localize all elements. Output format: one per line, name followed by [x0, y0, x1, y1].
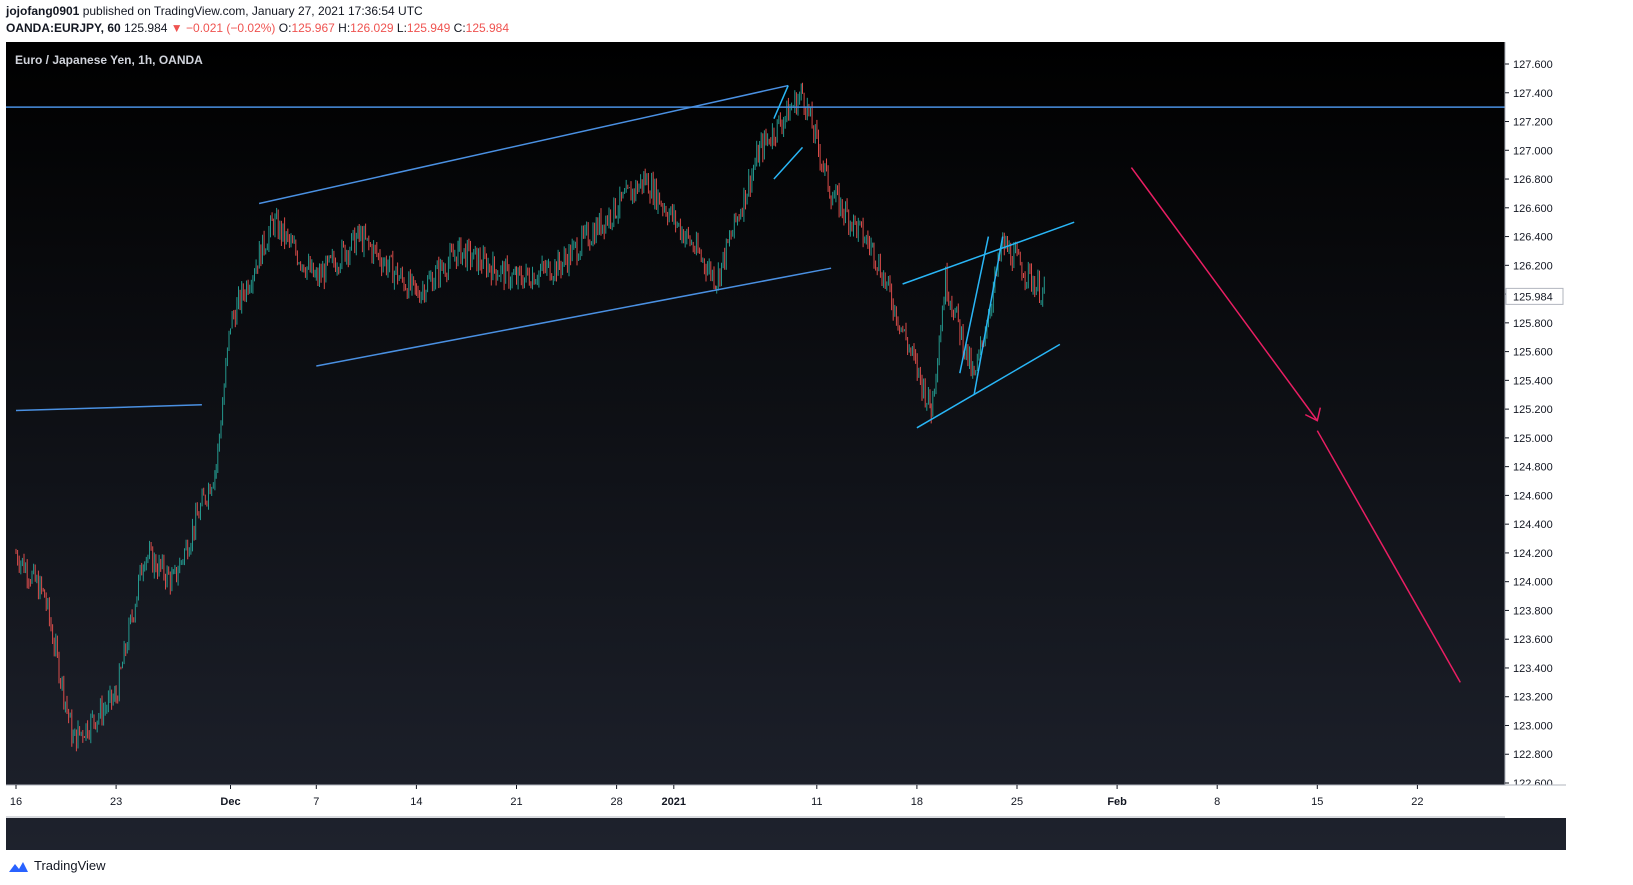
price-tick-label: 122.800 [1513, 749, 1553, 761]
time-tick-label: 11 [811, 796, 822, 808]
time-tick-label: 16 [10, 796, 22, 808]
brand-label: TradingView [34, 858, 106, 873]
price-tick-label: 125.400 [1513, 375, 1553, 387]
price-tick-label: 124.800 [1513, 462, 1553, 474]
time-axis[interactable]: 16 23 Dec 7 14 21 28 2021 11 18 25 Feb 8 15 22 [6, 784, 1566, 818]
price-tick-label: 127.600 [1513, 59, 1553, 71]
price-tick-label: 123.400 [1513, 663, 1553, 675]
time-tick-label: 2021 [662, 796, 686, 808]
price-tick-label: 126.200 [1513, 260, 1553, 272]
price-tick-label: 124.600 [1513, 490, 1553, 502]
price-tick-label: 127.400 [1513, 88, 1553, 100]
time-tick-label: 23 [110, 796, 122, 808]
time-tick-label: 22 [1411, 796, 1423, 808]
price-tick-label: 123.200 [1513, 692, 1553, 704]
time-tick-label: 18 [911, 796, 923, 808]
price-tick-label: 124.400 [1513, 519, 1553, 531]
price-tick-label: 124.000 [1513, 577, 1553, 589]
price-tick-label: 124.200 [1513, 548, 1553, 560]
price-tick-label: 123.600 [1513, 634, 1553, 646]
price-tick-label: 125.800 [1513, 318, 1553, 330]
price-tick-label: 127.000 [1513, 145, 1553, 157]
time-tick-label: 8 [1214, 796, 1220, 808]
chart-background [6, 42, 1566, 850]
time-tick-label: 14 [410, 796, 422, 808]
price-tick-label: 125.000 [1513, 433, 1553, 445]
tradingview-cloud-icon [9, 861, 28, 872]
price-tick-label: 126.800 [1513, 174, 1553, 186]
last-price-label: 125.984 [1513, 291, 1553, 303]
time-tick-label: Feb [1107, 796, 1127, 808]
time-tick-label: 21 [510, 796, 522, 808]
price-tick-label: 125.600 [1513, 347, 1553, 359]
time-tick-label: 15 [1311, 796, 1323, 808]
chart-canvas[interactable]: Euro / Japanese Yen, 1h, OANDA 122.60012… [0, 0, 1633, 885]
time-tick-label: 7 [313, 796, 319, 808]
price-tick-label: 126.600 [1513, 203, 1553, 215]
time-tick-label: Dec [220, 796, 240, 808]
price-tick-label: 127.200 [1513, 117, 1553, 129]
price-tick-label: 123.000 [1513, 720, 1553, 732]
price-tick-label: 126.400 [1513, 232, 1553, 244]
tradingview-logo[interactable]: TradingView [6, 858, 106, 873]
time-tick-label: 25 [1011, 796, 1023, 808]
chart-title: Euro / Japanese Yen, 1h, OANDA [15, 53, 203, 67]
time-tick-label: 28 [610, 796, 622, 808]
price-tick-label: 125.200 [1513, 404, 1553, 416]
price-tick-label: 123.800 [1513, 605, 1553, 617]
price-axis[interactable]: 122.600122.800123.000123.200123.400123.6… [1504, 42, 1566, 790]
